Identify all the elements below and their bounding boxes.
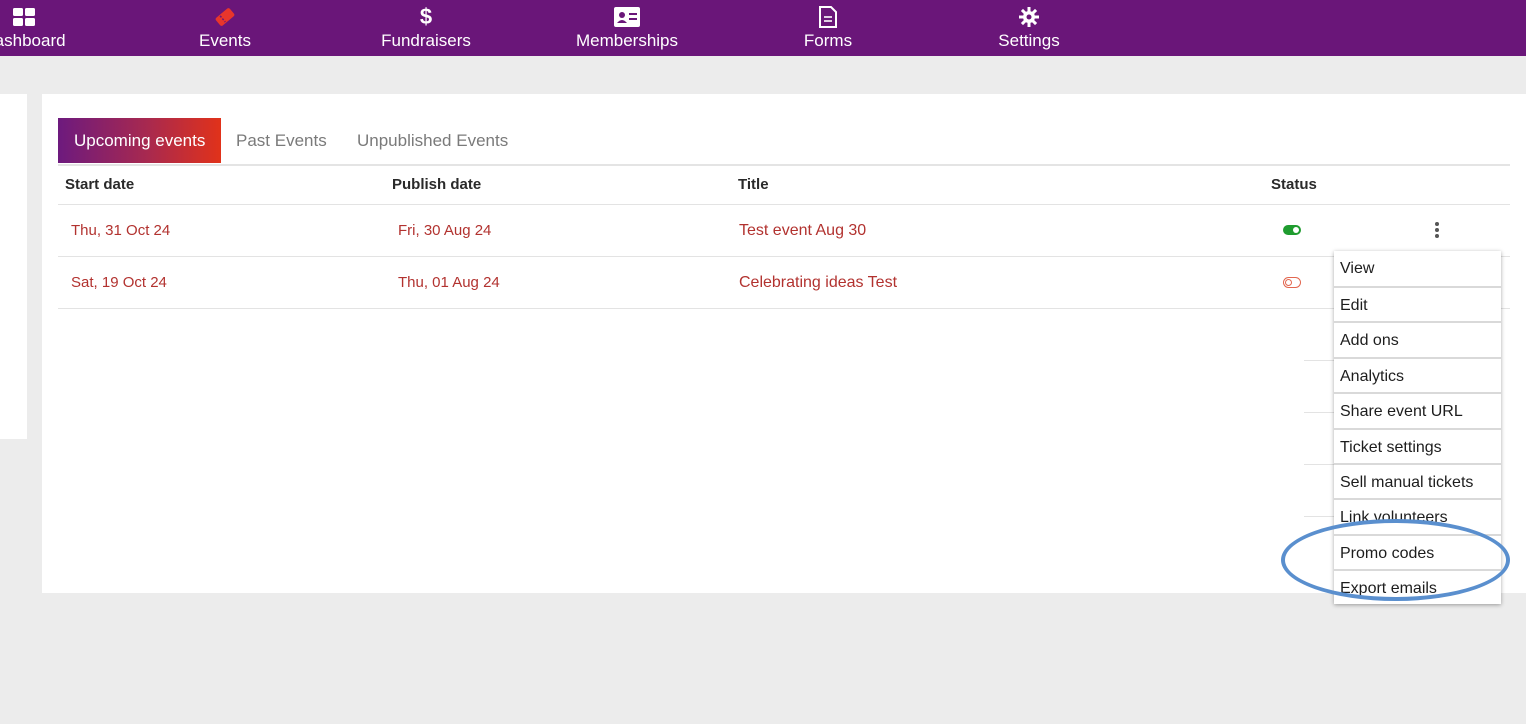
nav-label: Settings <box>998 31 1060 50</box>
side-panel <box>0 94 27 439</box>
row-divider <box>1304 360 1334 361</box>
nav-label: Dashboard <box>0 31 66 50</box>
tab-unpublished-events[interactable]: Unpublished Events <box>357 118 508 163</box>
nav-item-dashboard[interactable]: Dashboard <box>0 0 104 56</box>
ticket-icon <box>214 6 236 28</box>
gear-icon <box>1019 6 1039 28</box>
row-publish-date: Fri, 30 Aug 24 <box>398 222 492 239</box>
row-start-date: Sat, 19 Oct 24 <box>71 274 167 291</box>
row-title-link[interactable]: Celebrating ideas Test <box>739 274 897 292</box>
row-divider <box>58 308 1510 309</box>
row-divider <box>1304 464 1334 465</box>
dollar-icon: $ <box>419 4 433 29</box>
menu-item-add-ons[interactable]: Add ons <box>1334 321 1501 356</box>
top-nav: Dashboard Events $ Fundraisers Membershi… <box>0 0 1526 56</box>
header-divider <box>58 204 1510 205</box>
header-status: Status <box>1271 176 1317 193</box>
nav-label: Memberships <box>575 31 679 50</box>
menu-item-link-volunteers[interactable]: Link volunteers <box>1334 498 1501 533</box>
dashboard-icon <box>13 6 35 28</box>
header-start-date: Start date <box>65 176 135 193</box>
status-toggle-on-icon[interactable] <box>1283 225 1301 235</box>
menu-item-share-event-url[interactable]: Share event URL <box>1334 392 1501 427</box>
event-actions-menu: View Edit Add ons Analytics Share event … <box>1334 251 1501 604</box>
menu-item-edit[interactable]: Edit <box>1334 286 1501 321</box>
nav-item-settings[interactable]: Settings <box>949 0 1109 56</box>
nav-label: Forms <box>803 31 853 50</box>
menu-item-analytics[interactable]: Analytics <box>1334 357 1501 392</box>
row-title-link[interactable]: Test event Aug 30 <box>739 222 866 240</box>
document-icon <box>819 6 837 28</box>
row-start-date: Thu, 31 Oct 24 <box>71 222 171 239</box>
row-divider <box>1304 412 1334 413</box>
nav-item-fundraisers[interactable]: $ Fundraisers <box>346 0 506 56</box>
header-publish-date: Publish date <box>392 176 482 193</box>
row-divider <box>58 256 1510 257</box>
tabs-divider <box>58 164 1510 166</box>
event-tabs: Upcoming events Past Events Unpublished … <box>58 118 1510 164</box>
nav-label: Events <box>199 31 251 50</box>
nav-item-forms[interactable]: Forms <box>748 0 908 56</box>
more-options-icon[interactable] <box>1431 220 1443 242</box>
id-card-icon <box>614 6 640 28</box>
nav-item-events[interactable]: Events <box>145 0 305 56</box>
header-title: Title <box>738 176 769 193</box>
row-divider <box>1304 308 1334 309</box>
menu-item-sell-manual-tickets[interactable]: Sell manual tickets <box>1334 463 1501 498</box>
tab-upcoming-events[interactable]: Upcoming events <box>58 118 222 163</box>
menu-item-export-emails[interactable]: Export emails <box>1334 569 1501 604</box>
menu-item-view[interactable]: View <box>1334 251 1501 286</box>
nav-item-memberships[interactable]: Memberships <box>547 0 707 56</box>
menu-item-ticket-settings[interactable]: Ticket settings <box>1334 428 1501 463</box>
row-divider <box>1304 516 1334 517</box>
status-toggle-off-icon[interactable] <box>1283 277 1301 288</box>
events-card: Upcoming events Past Events Unpublished … <box>42 94 1526 593</box>
nav-label: Fundraisers <box>381 31 471 50</box>
row-publish-date: Thu, 01 Aug 24 <box>398 274 500 291</box>
tab-past-events[interactable]: Past Events <box>236 118 327 163</box>
menu-item-promo-codes[interactable]: Promo codes <box>1334 534 1501 569</box>
